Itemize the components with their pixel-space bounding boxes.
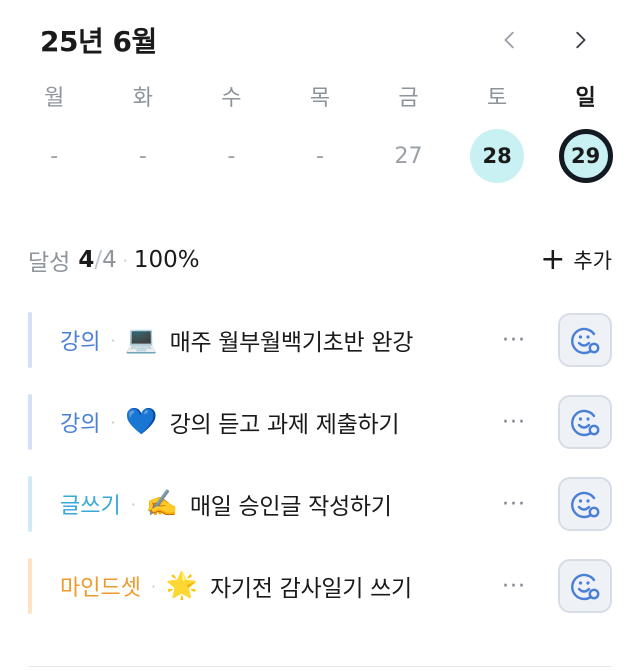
weekday-label: 토: [486, 86, 508, 111]
task-category: 강의: [60, 412, 101, 437]
category-bar: [28, 476, 32, 532]
smiley-add-icon: [571, 573, 600, 601]
smiley-add-icon: [571, 491, 600, 519]
weekday-row: 월 화 수 목 금 토 일: [10, 78, 630, 114]
reaction-button[interactable]: [558, 559, 612, 613]
more-options-button[interactable]: ···: [494, 566, 534, 606]
blue-heart-emoji-icon: 💙: [125, 407, 158, 437]
task-dot: ·: [150, 576, 157, 596]
task-item[interactable]: 글쓰기 · ✍️ 매일 승인글 작성하기 ···: [28, 476, 614, 532]
date-placeholder: -: [50, 143, 59, 169]
task-title: 매주 월부월백기초반 완강: [169, 330, 414, 356]
task-dot: ·: [110, 330, 116, 350]
chevron-left-icon: [504, 31, 514, 49]
achievement-percent: 100%: [133, 247, 200, 273]
writing-hand-emoji-icon: ✍️: [145, 489, 179, 519]
date-28-achieved[interactable]: 28: [470, 129, 525, 183]
chevron-right-icon: [576, 31, 586, 49]
task-title: 매일 승인글 작성하기: [189, 494, 392, 520]
more-options-button[interactable]: ···: [494, 484, 534, 524]
reaction-button[interactable]: [558, 395, 612, 449]
bottom-divider: [28, 666, 612, 667]
achievement-label: 달성: [28, 250, 71, 276]
smiley-add-icon: [571, 327, 600, 355]
date-placeholder: -: [315, 143, 324, 169]
task-item[interactable]: 강의 · 💙 강의 듣고 과제 제출하기 ···: [28, 394, 614, 450]
reaction-button[interactable]: [558, 313, 612, 367]
task-title: 자기전 감사일기 쓰기: [210, 576, 412, 602]
weekday-label: 목: [309, 86, 331, 111]
category-bar: [28, 394, 32, 450]
total-count: 4: [102, 247, 117, 273]
task-dot: ·: [110, 412, 116, 432]
more-options-button[interactable]: ···: [494, 402, 534, 442]
add-task-label: 추가: [573, 249, 612, 273]
date-29-today[interactable]: 29: [558, 129, 613, 183]
date-placeholder: -: [138, 143, 147, 169]
task-item[interactable]: 마인드셋 · 🌟 자기전 감사일기 쓰기 ···: [28, 558, 614, 614]
date-placeholder: -: [227, 143, 236, 169]
month-title: 25년 6월: [40, 25, 157, 58]
date-27[interactable]: 27: [395, 144, 423, 169]
add-task-button[interactable]: + 추가: [540, 240, 612, 280]
achievement-summary: 달성 4 / 4 · 100%: [28, 240, 200, 280]
summary-dot: ·: [122, 250, 128, 270]
laptop-emoji-icon: 💻: [125, 325, 158, 355]
weekday-label-today: 일: [575, 86, 596, 111]
weekday-label: 금: [398, 86, 419, 111]
date-row: - - - - 27 28 29: [10, 128, 630, 184]
task-category: 강의: [60, 330, 101, 355]
task-dot: ·: [130, 494, 136, 514]
weekday-label: 월: [44, 86, 65, 111]
weekday-label: 화: [132, 86, 153, 111]
plus-icon: +: [540, 242, 566, 277]
prev-month-button[interactable]: [492, 22, 528, 58]
done-count: 4: [78, 247, 95, 273]
task-category: 글쓰기: [60, 494, 121, 519]
category-bar: [28, 312, 32, 368]
glowing-star-emoji-icon: 🌟: [165, 571, 199, 601]
task-title: 강의 듣고 과제 제출하기: [169, 412, 400, 438]
smiley-add-icon: [571, 409, 600, 437]
weekday-label: 수: [221, 86, 242, 111]
count-separator: /: [94, 247, 103, 273]
task-item[interactable]: 강의 · 💻 매주 월부월백기초반 완강 ···: [28, 312, 614, 368]
more-options-button[interactable]: ···: [494, 320, 534, 360]
category-bar: [28, 558, 32, 614]
next-month-button[interactable]: [562, 22, 598, 58]
reaction-button[interactable]: [558, 477, 612, 531]
task-category: 마인드셋: [60, 576, 141, 601]
